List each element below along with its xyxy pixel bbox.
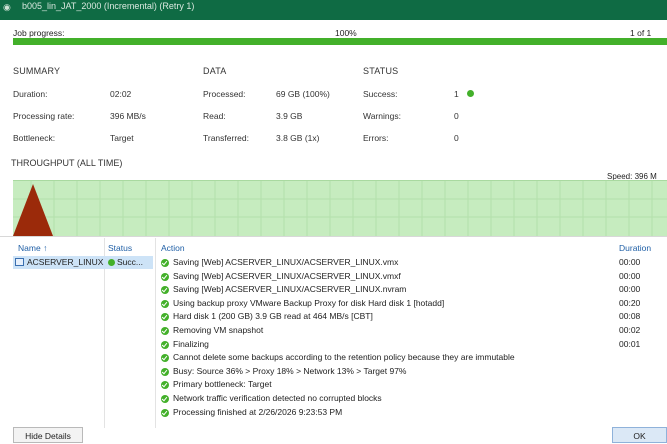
warnings-value: 0 [454, 111, 459, 121]
success-label: Success: [363, 89, 398, 99]
action-text: Saving [Web] ACSERVER_LINUX/ACSERVER_LIN… [173, 257, 399, 267]
action-text: Finalizing [173, 338, 209, 349]
sort-ascending-icon: ↑ [43, 243, 48, 253]
column-header-duration[interactable]: Duration [619, 243, 651, 253]
action-text: Primary bottleneck: Target [173, 379, 272, 390]
vm-icon [15, 258, 24, 266]
action-text: Cannot delete some backups according to … [173, 352, 515, 363]
job-progress-label: Job progress: [13, 28, 65, 38]
data-heading: DATA [203, 66, 227, 76]
job-progress-fill [13, 38, 667, 45]
action-text: Busy: Source 36% > Proxy 18% > Network 1… [173, 365, 407, 376]
summary-heading: SUMMARY [13, 66, 61, 76]
success-icon [161, 299, 169, 308]
hide-details-button[interactable]: Hide Details [13, 427, 83, 443]
status-heading: STATUS [363, 66, 399, 76]
processing-rate-label: Processing rate: [13, 111, 75, 121]
success-icon [161, 367, 169, 376]
action-text: Using backup proxy VMware Backup Proxy f… [173, 297, 445, 308]
throughput-graph [13, 180, 667, 236]
action-text: Removing VM snapshot [173, 325, 264, 335]
action-duration: 00:02 [619, 325, 641, 335]
column-header-action[interactable]: Action [161, 243, 185, 253]
vm-list-item[interactable]: ACSERVER_LINUX Succ... [13, 256, 153, 269]
action-text: Processing finished at 2/26/2026 9:23:53… [173, 406, 343, 417]
action-duration: 00:01 [619, 338, 641, 349]
success-icon [161, 327, 169, 335]
processing-rate-value: 396 MB/s [110, 111, 146, 121]
action-duration: 00:08 [619, 311, 641, 322]
action-text: Hard disk 1 (200 GB) 3.9 GB read at 464 … [173, 311, 373, 322]
window-icon: ◉ [3, 2, 11, 12]
action-text: Saving [Web] ACSERVER_LINUX/ACSERVER_LIN… [173, 270, 401, 281]
ok-button[interactable]: OK [612, 427, 667, 443]
processed-label: Processed: [203, 89, 246, 99]
window-title: b005_lin_JAT_2000 (Incremental) (Retry 1… [22, 1, 195, 11]
success-icon [161, 272, 169, 281]
details-divider [0, 236, 667, 237]
success-value: 1 [454, 89, 459, 99]
success-icon [161, 381, 169, 390]
action-duration: 00:00 [619, 270, 641, 281]
job-progress-bar [13, 38, 667, 45]
success-icon [161, 408, 169, 417]
bottleneck-label: Bottleneck: [13, 133, 56, 143]
window-title-bar: ◉ b005_lin_JAT_2000 (Incremental) (Retry… [0, 0, 667, 20]
success-icon [161, 286, 169, 295]
success-icon [161, 340, 169, 349]
vm-status: Succ... [117, 257, 143, 267]
column-header-status[interactable]: Status [108, 243, 132, 253]
action-text: Saving [Web] ACSERVER_LINUX/ACSERVER_LIN… [173, 284, 407, 295]
success-icon [161, 313, 169, 322]
action-text: Network traffic verification detected no… [173, 393, 382, 403]
success-icon [161, 395, 169, 403]
duration-label: Duration: [13, 89, 48, 99]
processed-value: 69 GB (100%) [276, 89, 330, 99]
warnings-label: Warnings: [363, 111, 401, 121]
vm-name: ACSERVER_LINUX [27, 257, 104, 267]
throughput-heading: THROUGHPUT (ALL TIME) [11, 158, 123, 168]
action-duration: 00:20 [619, 297, 641, 308]
success-icon [467, 90, 474, 97]
success-icon [161, 259, 169, 267]
read-label: Read: [203, 111, 226, 121]
errors-value: 0 [454, 133, 459, 143]
success-icon [161, 354, 169, 363]
job-progress-percent: 100% [335, 28, 357, 38]
duration-value: 02:02 [110, 89, 132, 99]
throughput-graph-svg [13, 181, 667, 236]
errors-label: Errors: [363, 133, 389, 143]
column-header-name[interactable]: Name ↑ [18, 243, 47, 253]
transferred-value: 3.8 GB (1x) [276, 133, 320, 143]
transferred-label: Transferred: [203, 133, 249, 143]
pane-separator[interactable] [155, 238, 156, 428]
throughput-peak [13, 184, 53, 236]
action-duration: 00:00 [619, 284, 641, 295]
read-value: 3.9 GB [276, 111, 303, 121]
success-icon [108, 259, 115, 266]
job-progress-count: 1 of 1 [630, 28, 652, 38]
action-duration: 00:00 [619, 257, 641, 267]
bottleneck-value: Target [110, 133, 134, 143]
